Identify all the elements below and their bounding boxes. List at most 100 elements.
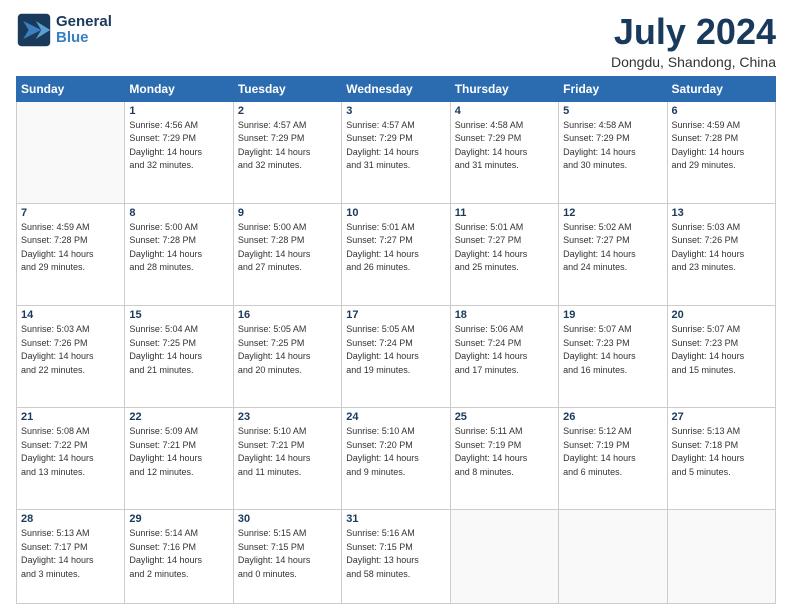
calendar-cell: 13 Sunrise: 5:03 AM Sunset: 7:26 PM Dayli… xyxy=(667,203,775,305)
day-info: Sunrise: 4:57 AM Sunset: 7:29 PM Dayligh… xyxy=(238,119,337,173)
calendar-cell: 21Sunrise: 5:08 AM Sunset: 7:22 PM Dayli… xyxy=(17,408,125,510)
day-info: Sunrise: 5:15 AM Sunset: 7:15 PM Dayligh… xyxy=(238,527,337,581)
day-info: Sunrise: 5:07 AM Sunset: 7:23 PM Dayligh… xyxy=(672,323,771,377)
day-info: Sunrise: 5:09 AM Sunset: 7:21 PM Dayligh… xyxy=(129,425,228,479)
calendar-header-monday: Monday xyxy=(125,76,233,101)
calendar-cell: 6 Sunrise: 4:59 AM Sunset: 7:28 PM Daylig… xyxy=(667,101,775,203)
calendar-week-1: 1 Sunrise: 4:56 AM Sunset: 7:29 PM Daylig… xyxy=(17,101,776,203)
day-info: Sunrise: 5:05 AM Sunset: 7:25 PM Dayligh… xyxy=(238,323,337,377)
day-number: 19 xyxy=(563,309,662,321)
day-info: Sunrise: 4:58 AM Sunset: 7:29 PM Dayligh… xyxy=(455,119,554,173)
day-info: Sunrise: 5:12 AM Sunset: 7:19 PM Dayligh… xyxy=(563,425,662,479)
day-number: 9 xyxy=(238,207,337,219)
calendar-header-sunday: Sunday xyxy=(17,76,125,101)
calendar-cell: 22 Sunrise: 5:09 AM Sunset: 7:21 PM Dayli… xyxy=(125,408,233,510)
calendar-cell: 28Sunrise: 5:13 AM Sunset: 7:17 PM Dayli… xyxy=(17,510,125,604)
day-info: Sunrise: 5:10 AM Sunset: 7:21 PM Dayligh… xyxy=(238,425,337,479)
day-info: Sunrise: 5:05 AM Sunset: 7:24 PM Dayligh… xyxy=(346,323,445,377)
calendar-header-tuesday: Tuesday xyxy=(233,76,341,101)
page: General Blue July 2024 Dongdu, Shandong,… xyxy=(0,0,792,612)
day-number: 18 xyxy=(455,309,554,321)
day-number: 8 xyxy=(129,207,228,219)
calendar-cell: 2 Sunrise: 4:57 AM Sunset: 7:29 PM Daylig… xyxy=(233,101,341,203)
day-number: 22 xyxy=(129,411,228,423)
day-number: 4 xyxy=(455,105,554,117)
day-number: 24 xyxy=(346,411,445,423)
day-number: 30 xyxy=(238,513,337,525)
calendar-cell xyxy=(559,510,667,604)
calendar-cell: 8 Sunrise: 5:00 AM Sunset: 7:28 PM Daylig… xyxy=(125,203,233,305)
calendar-cell: 29Sunrise: 5:14 AM Sunset: 7:16 PM Dayli… xyxy=(125,510,233,604)
day-info: Sunrise: 5:04 AM Sunset: 7:25 PM Dayligh… xyxy=(129,323,228,377)
calendar-table: SundayMondayTuesdayWednesdayThursdayFrid… xyxy=(16,76,776,604)
calendar-header-saturday: Saturday xyxy=(667,76,775,101)
calendar-header-thursday: Thursday xyxy=(450,76,558,101)
calendar-cell: 26 Sunrise: 5:12 AM Sunset: 7:19 PM Dayli… xyxy=(559,408,667,510)
calendar-cell: 9 Sunrise: 5:00 AM Sunset: 7:28 PM Daylig… xyxy=(233,203,341,305)
logo-icon xyxy=(16,12,52,48)
day-number: 1 xyxy=(129,105,228,117)
day-number: 17 xyxy=(346,309,445,321)
day-number: 23 xyxy=(238,411,337,423)
day-info: Sunrise: 5:03 AM Sunset: 7:26 PM Dayligh… xyxy=(21,323,120,377)
calendar-cell: 12Sunrise: 5:02 AM Sunset: 7:27 PM Dayli… xyxy=(559,203,667,305)
day-number: 2 xyxy=(238,105,337,117)
day-info: Sunrise: 4:58 AM Sunset: 7:29 PM Dayligh… xyxy=(563,119,662,173)
day-number: 3 xyxy=(346,105,445,117)
calendar-cell: 3 Sunrise: 4:57 AM Sunset: 7:29 PM Daylig… xyxy=(342,101,450,203)
calendar-cell: 31Sunrise: 5:16 AM Sunset: 7:15 PM Dayli… xyxy=(342,510,450,604)
calendar-cell: 30 Sunrise: 5:15 AM Sunset: 7:15 PM Dayli… xyxy=(233,510,341,604)
calendar-cell: 16 Sunrise: 5:05 AM Sunset: 7:25 PM Dayli… xyxy=(233,306,341,408)
calendar-cell xyxy=(667,510,775,604)
calendar-cell: 5 Sunrise: 4:58 AM Sunset: 7:29 PM Daylig… xyxy=(559,101,667,203)
calendar-week-3: 14Sunrise: 5:03 AM Sunset: 7:26 PM Dayli… xyxy=(17,306,776,408)
day-number: 26 xyxy=(563,411,662,423)
calendar-cell: 17 Sunrise: 5:05 AM Sunset: 7:24 PM Dayli… xyxy=(342,306,450,408)
day-info: Sunrise: 5:02 AM Sunset: 7:27 PM Dayligh… xyxy=(563,221,662,275)
logo-text: General Blue xyxy=(56,14,112,47)
calendar-cell xyxy=(450,510,558,604)
day-info: Sunrise: 4:56 AM Sunset: 7:29 PM Dayligh… xyxy=(129,119,228,173)
logo: General Blue xyxy=(16,12,112,48)
day-info: Sunrise: 5:06 AM Sunset: 7:24 PM Dayligh… xyxy=(455,323,554,377)
day-info: Sunrise: 5:10 AM Sunset: 7:20 PM Dayligh… xyxy=(346,425,445,479)
day-number: 11 xyxy=(455,207,554,219)
calendar-week-5: 28Sunrise: 5:13 AM Sunset: 7:17 PM Dayli… xyxy=(17,510,776,604)
day-number: 13 xyxy=(672,207,771,219)
day-number: 28 xyxy=(21,513,120,525)
calendar-cell: 20 Sunrise: 5:07 AM Sunset: 7:23 PM Dayli… xyxy=(667,306,775,408)
day-number: 27 xyxy=(672,411,771,423)
calendar-header-row: SundayMondayTuesdayWednesdayThursdayFrid… xyxy=(17,76,776,101)
day-number: 6 xyxy=(672,105,771,117)
day-number: 25 xyxy=(455,411,554,423)
day-info: Sunrise: 5:13 AM Sunset: 7:18 PM Dayligh… xyxy=(672,425,771,479)
day-info: Sunrise: 5:14 AM Sunset: 7:16 PM Dayligh… xyxy=(129,527,228,581)
calendar-cell: 23 Sunrise: 5:10 AM Sunset: 7:21 PM Dayli… xyxy=(233,408,341,510)
day-info: Sunrise: 5:07 AM Sunset: 7:23 PM Dayligh… xyxy=(563,323,662,377)
calendar-cell: 19 Sunrise: 5:07 AM Sunset: 7:23 PM Dayli… xyxy=(559,306,667,408)
calendar-cell xyxy=(17,101,125,203)
day-number: 21 xyxy=(21,411,120,423)
day-info: Sunrise: 5:01 AM Sunset: 7:27 PM Dayligh… xyxy=(346,221,445,275)
day-info: Sunrise: 4:57 AM Sunset: 7:29 PM Dayligh… xyxy=(346,119,445,173)
day-info: Sunrise: 4:59 AM Sunset: 7:28 PM Dayligh… xyxy=(672,119,771,173)
day-number: 7 xyxy=(21,207,120,219)
day-number: 20 xyxy=(672,309,771,321)
day-info: Sunrise: 5:00 AM Sunset: 7:28 PM Dayligh… xyxy=(129,221,228,275)
day-info: Sunrise: 5:16 AM Sunset: 7:15 PM Dayligh… xyxy=(346,527,445,581)
day-info: Sunrise: 5:00 AM Sunset: 7:28 PM Dayligh… xyxy=(238,221,337,275)
month-title: July 2024 xyxy=(611,12,776,52)
day-info: Sunrise: 5:03 AM Sunset: 7:26 PM Dayligh… xyxy=(672,221,771,275)
calendar-header-friday: Friday xyxy=(559,76,667,101)
location: Dongdu, Shandong, China xyxy=(611,54,776,70)
calendar-week-2: 7Sunrise: 4:59 AM Sunset: 7:28 PM Daylig… xyxy=(17,203,776,305)
calendar-week-4: 21Sunrise: 5:08 AM Sunset: 7:22 PM Dayli… xyxy=(17,408,776,510)
day-number: 16 xyxy=(238,309,337,321)
calendar-cell: 18 Sunrise: 5:06 AM Sunset: 7:24 PM Dayli… xyxy=(450,306,558,408)
day-number: 15 xyxy=(129,309,228,321)
day-info: Sunrise: 5:01 AM Sunset: 7:27 PM Dayligh… xyxy=(455,221,554,275)
day-number: 5 xyxy=(563,105,662,117)
calendar-cell: 1 Sunrise: 4:56 AM Sunset: 7:29 PM Daylig… xyxy=(125,101,233,203)
calendar-cell: 25Sunrise: 5:11 AM Sunset: 7:19 PM Dayli… xyxy=(450,408,558,510)
calendar-cell: 10Sunrise: 5:01 AM Sunset: 7:27 PM Dayli… xyxy=(342,203,450,305)
